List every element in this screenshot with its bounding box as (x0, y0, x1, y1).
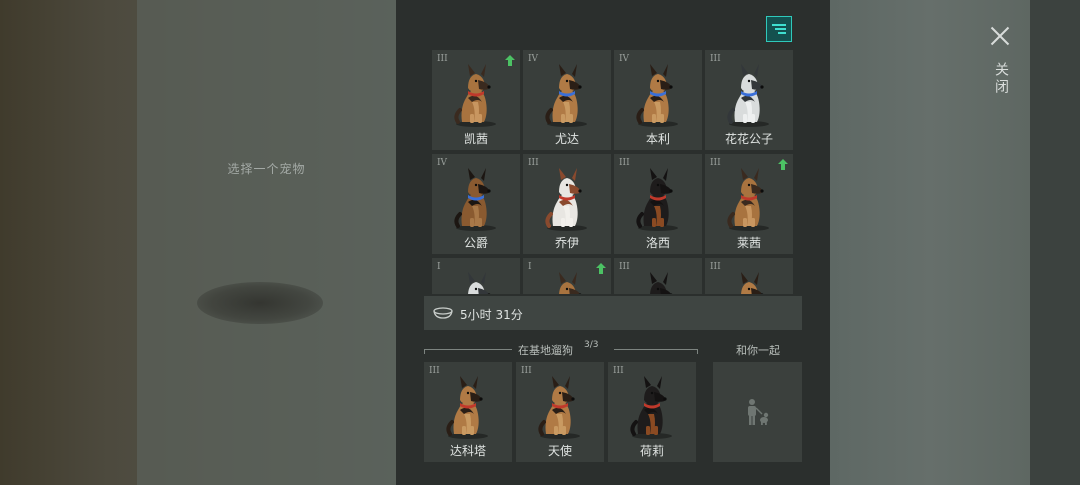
pet-tier: III (619, 158, 630, 168)
pet-name: 达科塔 (449, 444, 486, 458)
pet-name: 花花公子 (724, 132, 773, 146)
close-icon (989, 22, 1011, 48)
dog-portrait (545, 64, 587, 127)
pet-name: 本利 (645, 132, 670, 146)
pet-tile[interactable]: III 洛西 (614, 154, 702, 254)
dog-portrait (454, 64, 496, 127)
feed-timer-text: 5小时 31分 (460, 308, 523, 322)
close-label: 关闭 (993, 62, 1009, 96)
with-you-slot[interactable] (713, 362, 802, 462)
filter-button[interactable] (766, 16, 792, 42)
pet-name: 天使 (547, 444, 572, 458)
pet-tile[interactable]: III 天使 (516, 362, 604, 462)
pet-tier: III (521, 366, 532, 376)
dog-portrait (446, 376, 488, 439)
pet-tier: III (619, 262, 630, 272)
base-walk-count: 3/3 (584, 340, 599, 350)
pet-tile[interactable]: III 达科塔 (424, 362, 512, 462)
pet-tile[interactable]: III 凯茜 (432, 50, 520, 150)
bowl-icon (433, 307, 453, 319)
pet-grid: III 凯茜 IV 尤达 IV 本利 III 花花公子 IV 公爵 III 乔伊 III 洛西 III 莱茜 I… (432, 50, 796, 294)
pet-tier: IV (619, 54, 630, 64)
pet-tier: III (437, 54, 448, 64)
pet-name: 乔伊 (554, 236, 579, 250)
dog-portrait (538, 376, 580, 439)
dog-portrait (636, 168, 678, 231)
dog-portrait (741, 272, 764, 294)
pet-name: 公爵 (463, 236, 488, 250)
base-walk-title: 在基地遛狗 (518, 344, 573, 357)
dog-portrait (630, 376, 672, 439)
select-pet-prompt: 选择一个宠物 (227, 162, 306, 176)
dog-portrait (454, 168, 496, 231)
pet-tile[interactable]: III 荷莉 (608, 362, 696, 462)
dog-portrait (545, 168, 587, 231)
dog-portrait (468, 272, 491, 294)
pet-name: 尤达 (554, 132, 579, 146)
pet-tier: III (710, 262, 721, 272)
pet-name: 莱茜 (736, 236, 761, 250)
upgrade-arrow-icon (505, 55, 515, 66)
pet-name: 凯茜 (463, 132, 488, 146)
pet-selection-panel: III 凯茜 IV 尤达 IV 本利 III 花花公子 IV 公爵 III 乔伊 III 洛西 III 莱茜 I… (396, 0, 830, 485)
pet-tile[interactable]: I (523, 258, 611, 294)
pet-tile[interactable]: IV 公爵 (432, 154, 520, 254)
pet-preview-panel: 选择一个宠物 (137, 0, 396, 485)
upgrade-arrow-icon (778, 159, 788, 170)
pet-tile[interactable]: III 乔伊 (523, 154, 611, 254)
dog-portrait (727, 64, 769, 127)
pet-name: 荷莉 (639, 444, 664, 458)
pet-tile[interactable]: I (432, 258, 520, 294)
pet-tier: III (613, 366, 624, 376)
pet-tier: I (437, 262, 441, 272)
edge-strip (1030, 0, 1080, 485)
pet-tier: III (710, 158, 721, 168)
pet-tier: III (528, 158, 539, 168)
dog-portrait (727, 168, 769, 231)
person-with-dog-icon (748, 399, 769, 425)
pet-tier: IV (528, 54, 539, 64)
feed-timer-bar: 5小时 31分 (424, 296, 802, 330)
pet-tile[interactable]: IV 尤达 (523, 50, 611, 150)
pet-name: 洛西 (645, 236, 670, 250)
dog-portrait (559, 272, 582, 294)
base-pets-row: III 达科塔 III 天使 III 荷莉 (424, 362, 704, 462)
close-button[interactable]: 关闭 (985, 22, 1015, 102)
pet-tier: III (429, 366, 440, 376)
base-walk-header: 在基地遛狗 3/3 (424, 340, 698, 358)
pet-tier: I (528, 262, 532, 272)
pet-tier: III (710, 54, 721, 64)
pet-tile[interactable]: III 花花公子 (705, 50, 793, 150)
pet-tile[interactable]: III (705, 258, 793, 294)
with-you-title: 和你一起 (736, 344, 780, 357)
dog-portrait (650, 272, 673, 294)
filter-icon (772, 24, 786, 34)
preview-pedestal-shadow (197, 282, 323, 324)
dog-portrait (636, 64, 678, 127)
upgrade-arrow-icon (596, 263, 606, 274)
pet-tile[interactable]: III 莱茜 (705, 154, 793, 254)
pet-tile[interactable]: III (614, 258, 702, 294)
pet-tier: IV (437, 158, 448, 168)
pet-tile[interactable]: IV 本利 (614, 50, 702, 150)
